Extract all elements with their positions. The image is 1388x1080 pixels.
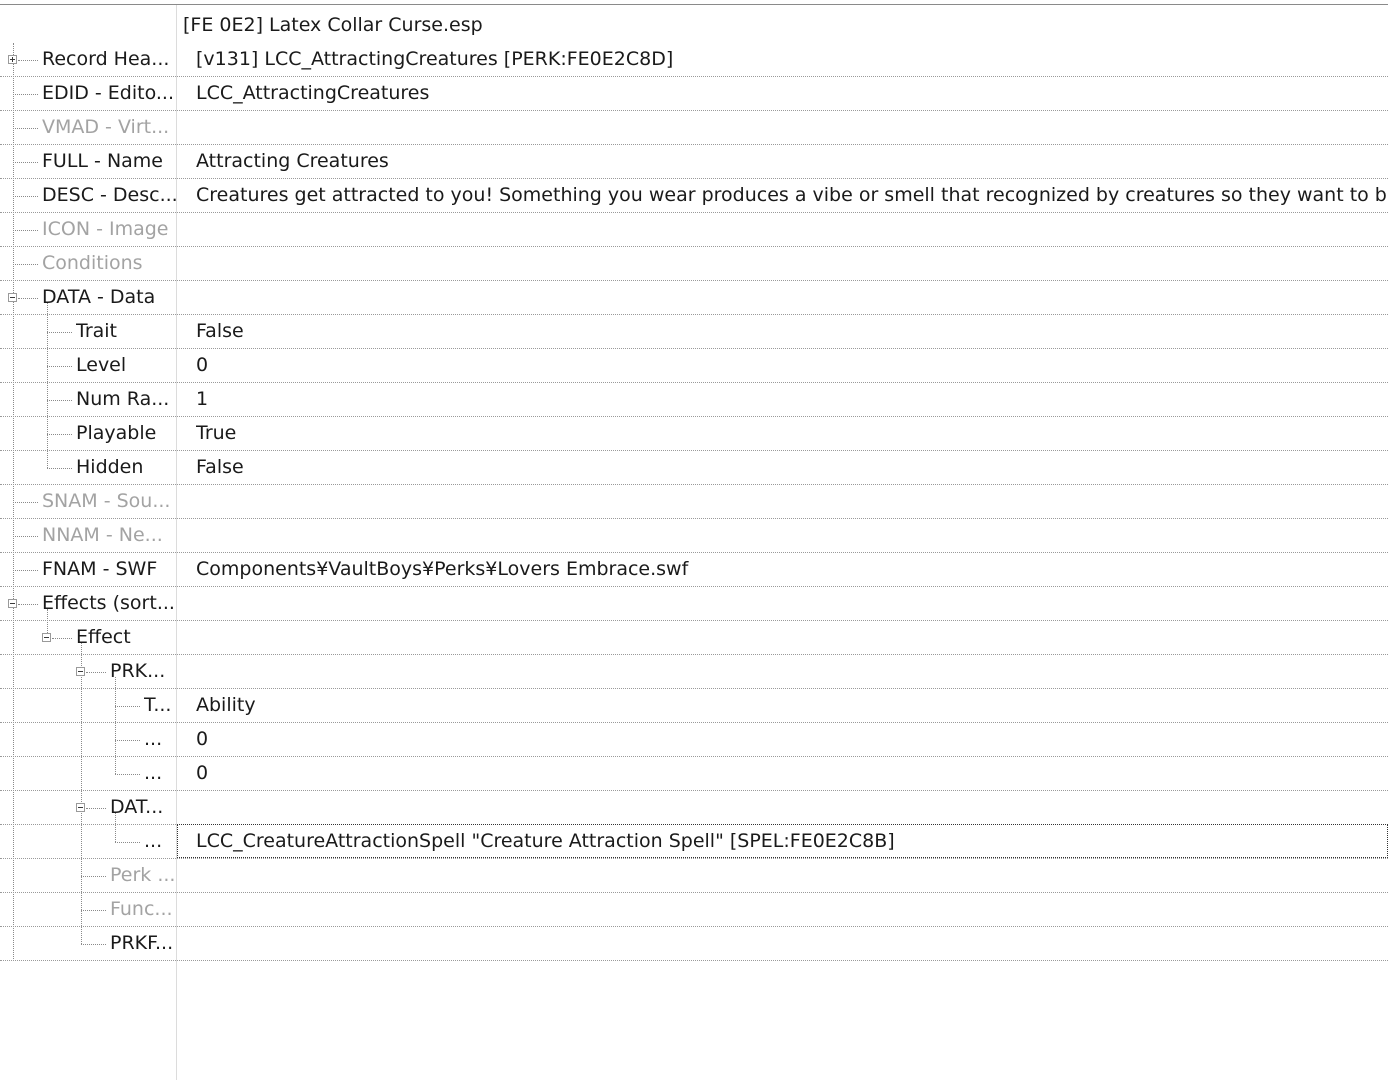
row-name: ... <box>144 762 163 784</box>
row-name: EDID - Edito... <box>42 82 175 104</box>
row-value[interactable] <box>196 519 1388 552</box>
tree-row-ability-spell[interactable]: ... LCC_CreatureAttractionSpell "Creatur… <box>0 824 1388 859</box>
collapse-icon[interactable] <box>8 599 17 608</box>
tree-row-snam[interactable]: SNAM - Sou... <box>0 485 1388 519</box>
tree-row-prke[interactable]: PRK... <box>0 655 1388 689</box>
row-value[interactable] <box>196 213 1388 246</box>
row-name: Perk ... <box>110 864 176 886</box>
row-name: DESC - Desc... <box>42 184 178 206</box>
tree-row-nnam[interactable]: NNAM - Ne... <box>0 519 1388 553</box>
collapse-icon[interactable] <box>42 633 51 642</box>
row-name: PRK... <box>110 660 166 682</box>
row-value[interactable] <box>196 587 1388 620</box>
row-name: Effects (sort... <box>42 592 175 614</box>
row-value[interactable] <box>196 281 1388 314</box>
row-name: ... <box>144 728 163 750</box>
row-value[interactable]: Ability <box>196 689 1388 722</box>
row-name: Playable <box>76 422 157 444</box>
top-border <box>0 0 1388 5</box>
expand-icon[interactable] <box>8 55 17 64</box>
tree-row-edid[interactable]: EDID - Edito... LCC_AttractingCreatures <box>0 77 1388 111</box>
tree-row-desc[interactable]: DESC - Desc... Creatures get attracted t… <box>0 179 1388 213</box>
tree-row-record-header[interactable]: Record Hea... [v131] LCC_AttractingCreat… <box>0 43 1388 77</box>
row-value[interactable] <box>196 655 1388 688</box>
tree-row-effect[interactable]: Effect <box>0 621 1388 655</box>
row-name: Func... <box>110 898 173 920</box>
collapse-icon[interactable] <box>8 293 17 302</box>
tree-row-fnam[interactable]: FNAM - SWF Components¥VaultBoys¥Perks¥Lo… <box>0 553 1388 587</box>
row-name: ... <box>144 830 163 852</box>
row-value[interactable] <box>196 621 1388 654</box>
row-value[interactable]: LCC_CreatureAttractionSpell "Creature At… <box>196 825 1388 858</box>
row-value[interactable]: 0 <box>196 349 1388 382</box>
tree-row-num-ranks[interactable]: Num Ra... 1 <box>0 383 1388 417</box>
row-value[interactable]: False <box>196 451 1388 484</box>
row-value[interactable]: [v131] LCC_AttractingCreatures [PERK:FE0… <box>196 43 1388 76</box>
row-name: ICON - Image <box>42 218 169 240</box>
row-value[interactable]: 0 <box>196 723 1388 756</box>
tree-row-priority[interactable]: ... 0 <box>0 757 1388 791</box>
tree-row-type[interactable]: T... Ability <box>0 689 1388 723</box>
row-name: Level <box>76 354 127 376</box>
tree-row-effects[interactable]: Effects (sort... <box>0 587 1388 621</box>
row-name: Trait <box>76 320 117 342</box>
tree-row-full-name[interactable]: FULL - Name Attracting Creatures <box>0 145 1388 179</box>
tree-row-prkf[interactable]: PRKF... <box>0 927 1388 961</box>
row-name: T... <box>144 694 172 716</box>
row-value[interactable] <box>196 111 1388 144</box>
row-name: DATA - Data <box>42 286 156 308</box>
tree-row-level[interactable]: Level 0 <box>0 349 1388 383</box>
tree-row-trait[interactable]: Trait False <box>0 315 1388 349</box>
row-value[interactable]: Components¥VaultBoys¥Perks¥Lovers Embrac… <box>196 553 1388 586</box>
row-value[interactable]: Creatures get attracted to you! Somethin… <box>196 179 1388 212</box>
row-value[interactable]: LCC_AttractingCreatures <box>196 77 1388 110</box>
row-name: SNAM - Sou... <box>42 490 171 512</box>
row-name: NNAM - Ne... <box>42 524 163 546</box>
row-name: Conditions <box>42 252 143 274</box>
tree-row-rank[interactable]: ... 0 <box>0 723 1388 757</box>
tree-row-data-effect[interactable]: DAT... <box>0 791 1388 825</box>
row-name: PRKF... <box>110 932 174 954</box>
row-name: FULL - Name <box>42 150 163 172</box>
row-value[interactable] <box>196 485 1388 518</box>
record-view: [FE 0E2] Latex Collar Curse.esp Record H… <box>0 0 1388 1080</box>
row-value[interactable] <box>196 927 1388 960</box>
row-value[interactable]: 1 <box>196 383 1388 416</box>
tree-row-conditions[interactable]: Conditions <box>0 247 1388 281</box>
tree-row-data[interactable]: DATA - Data <box>0 281 1388 315</box>
tree-row-vmad[interactable]: VMAD - Virt... <box>0 111 1388 145</box>
row-value[interactable] <box>196 893 1388 926</box>
row-name: DAT... <box>110 796 164 818</box>
tree-row-function-parameters[interactable]: Func... <box>0 893 1388 927</box>
row-value[interactable]: False <box>196 315 1388 348</box>
row-value[interactable] <box>196 791 1388 824</box>
row-value[interactable]: Attracting Creatures <box>196 145 1388 178</box>
row-name: Hidden <box>76 456 144 478</box>
collapse-icon[interactable] <box>76 667 85 676</box>
row-name: VMAD - Virt... <box>42 116 170 138</box>
tree-row-hidden[interactable]: Hidden False <box>0 451 1388 485</box>
row-name: Num Ra... <box>76 388 170 410</box>
row-name: Effect <box>76 626 131 648</box>
row-value[interactable]: 0 <box>196 757 1388 790</box>
row-name: Record Hea... <box>42 48 170 70</box>
row-value[interactable] <box>196 247 1388 280</box>
tree-row-perk-conditions[interactable]: Perk ... <box>0 859 1388 893</box>
tree-row-playable[interactable]: Playable True <box>0 417 1388 451</box>
row-value[interactable] <box>196 859 1388 892</box>
tree-row-icon[interactable]: ICON - Image <box>0 213 1388 247</box>
file-header: [FE 0E2] Latex Collar Curse.esp <box>183 14 483 36</box>
row-name: FNAM - SWF <box>42 558 158 580</box>
collapse-icon[interactable] <box>76 803 85 812</box>
row-value[interactable]: True <box>196 417 1388 450</box>
